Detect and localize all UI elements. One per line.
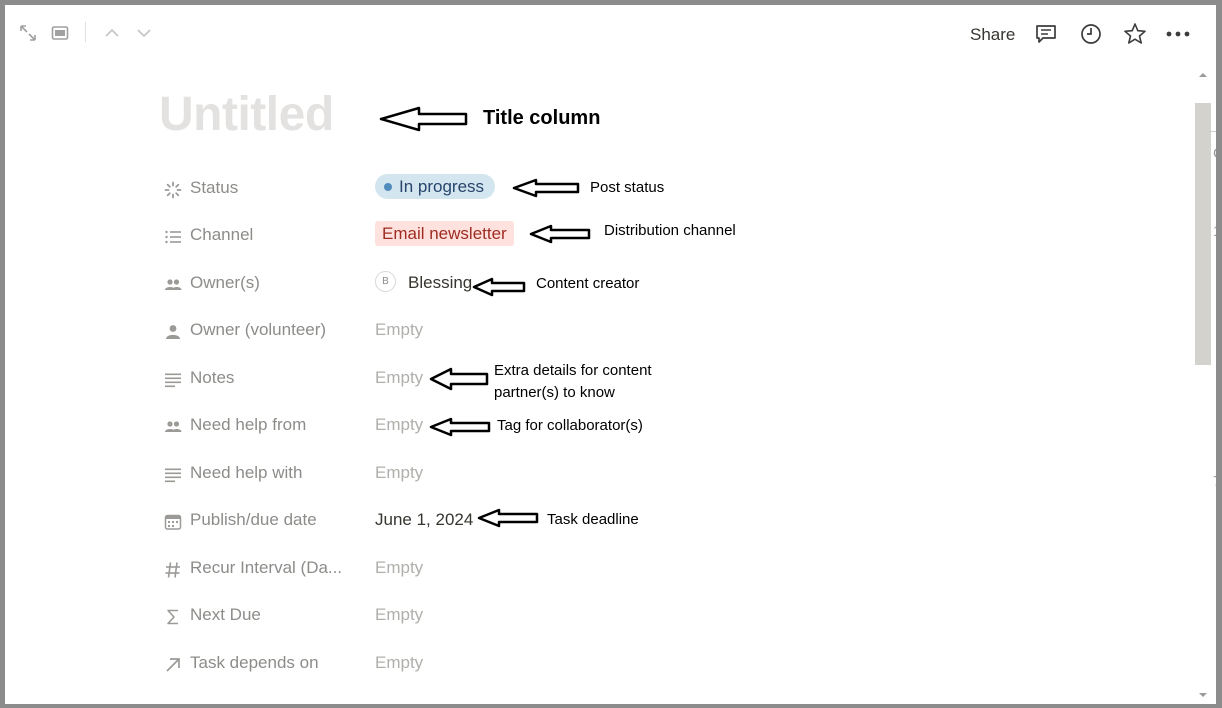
property-label: Need help with [190,463,303,482]
annotation-arrow-channel [529,224,591,244]
people-icon [164,276,182,294]
status-spinner-icon [164,181,182,199]
annotation-arrow-notes [429,367,489,391]
annotation-arrow-date [477,508,539,528]
property-row-owners[interactable]: Owner(s) B Blessing [159,269,1159,301]
annotation-date: Task deadline [547,511,639,528]
property-value-empty[interactable]: Empty [375,368,423,388]
property-row-next-due[interactable]: Next Due Empty [159,601,1159,633]
page-title[interactable]: Untitled [159,87,334,142]
property-label: Notes [190,368,235,387]
annotation-status: Post status [590,179,665,196]
property-row-notes[interactable]: Notes Empty [159,364,1159,396]
relation-arrow-icon [164,656,182,674]
share-button[interactable]: Share [970,25,1015,45]
channel-tag[interactable]: Email newsletter [375,221,514,246]
annotation-help-from: Tag for collaborator(s) [497,417,643,434]
avatar: B [375,271,396,292]
status-value: In progress [399,176,485,196]
annotation-arrow-status [512,178,580,198]
people-icon [164,418,182,436]
owner-name[interactable]: Blessing [408,273,472,293]
property-label: Next Due [190,605,261,624]
edge-fragment: 7 [1213,473,1216,490]
property-label: Status [190,178,239,197]
star-icon[interactable] [1122,21,1148,52]
person-icon [164,323,182,341]
annotation-arrow-help-from [429,417,491,437]
list-icon [164,228,182,246]
annotation-notes-line1: Extra details for content [494,362,652,379]
chevron-down-icon[interactable] [134,23,154,48]
annotation-title: Title column [483,107,601,129]
property-value-empty[interactable]: Empty [375,415,423,435]
property-label: Publish/due date [190,510,317,529]
hash-icon [164,561,182,579]
page-panel: Share Untitled Title column Status In pr… [5,5,1216,704]
property-row-need-help-with[interactable]: Need help with Empty [159,459,1159,491]
annotation-arrow-title [379,106,468,132]
edge-divider [1208,131,1216,132]
status-badge[interactable]: In progress [375,174,496,199]
property-label: Recur Interval (Da... [190,558,343,577]
annotation-owner: Content creator [536,275,640,292]
scroll-up-icon[interactable] [1197,67,1209,85]
property-value-empty[interactable]: Empty [375,558,423,578]
property-label: Owner(s) [190,273,260,292]
calendar-icon [164,513,182,531]
property-label: Owner (volunteer) [190,320,327,339]
property-value-empty[interactable]: Empty [375,605,423,625]
chevron-up-icon[interactable] [102,23,122,48]
edge-fragment: 1 [1213,223,1216,240]
comment-icon[interactable] [1034,22,1058,51]
more-dots-icon[interactable] [1165,22,1191,51]
property-label: Channel [190,225,254,244]
property-row-need-help-from[interactable]: Need help from Empty [159,411,1159,443]
property-value-empty[interactable]: Empty [375,320,423,340]
annotation-arrow-owner [472,277,526,297]
scroll-down-icon[interactable] [1197,687,1209,704]
publish-date-value[interactable]: June 1, 2024 [375,510,473,530]
property-row-owner-volunteer[interactable]: Owner (volunteer) Empty [159,316,1159,348]
side-peek-icon[interactable] [50,23,70,48]
annotation-channel: Distribution channel [604,222,736,239]
clock-icon[interactable] [1079,22,1103,51]
property-row-publish-date[interactable]: Publish/due date June 1, 2024 [159,506,1159,538]
text-lines-icon [164,371,182,389]
property-row-cutoff [164,698,344,704]
property-value-empty[interactable]: Empty [375,463,423,483]
toolbar-divider [85,22,86,42]
text-lines-icon [164,466,182,484]
expand-diagonal-icon[interactable] [18,23,38,48]
status-dot [384,182,392,191]
property-row-recur-interval[interactable]: Recur Interval (Da... Empty [159,554,1159,586]
edge-fragment: Ca [1213,145,1216,162]
sigma-icon [164,608,182,626]
property-value-empty[interactable]: Empty [375,653,423,673]
annotation-notes-line2: partner(s) to know [494,384,615,401]
property-label: Need help from [190,415,307,434]
scrollbar-thumb[interactable] [1195,103,1211,365]
property-label: Task depends on [190,653,319,672]
property-row-task-depends-on[interactable]: Task depends on Empty [159,649,1159,681]
